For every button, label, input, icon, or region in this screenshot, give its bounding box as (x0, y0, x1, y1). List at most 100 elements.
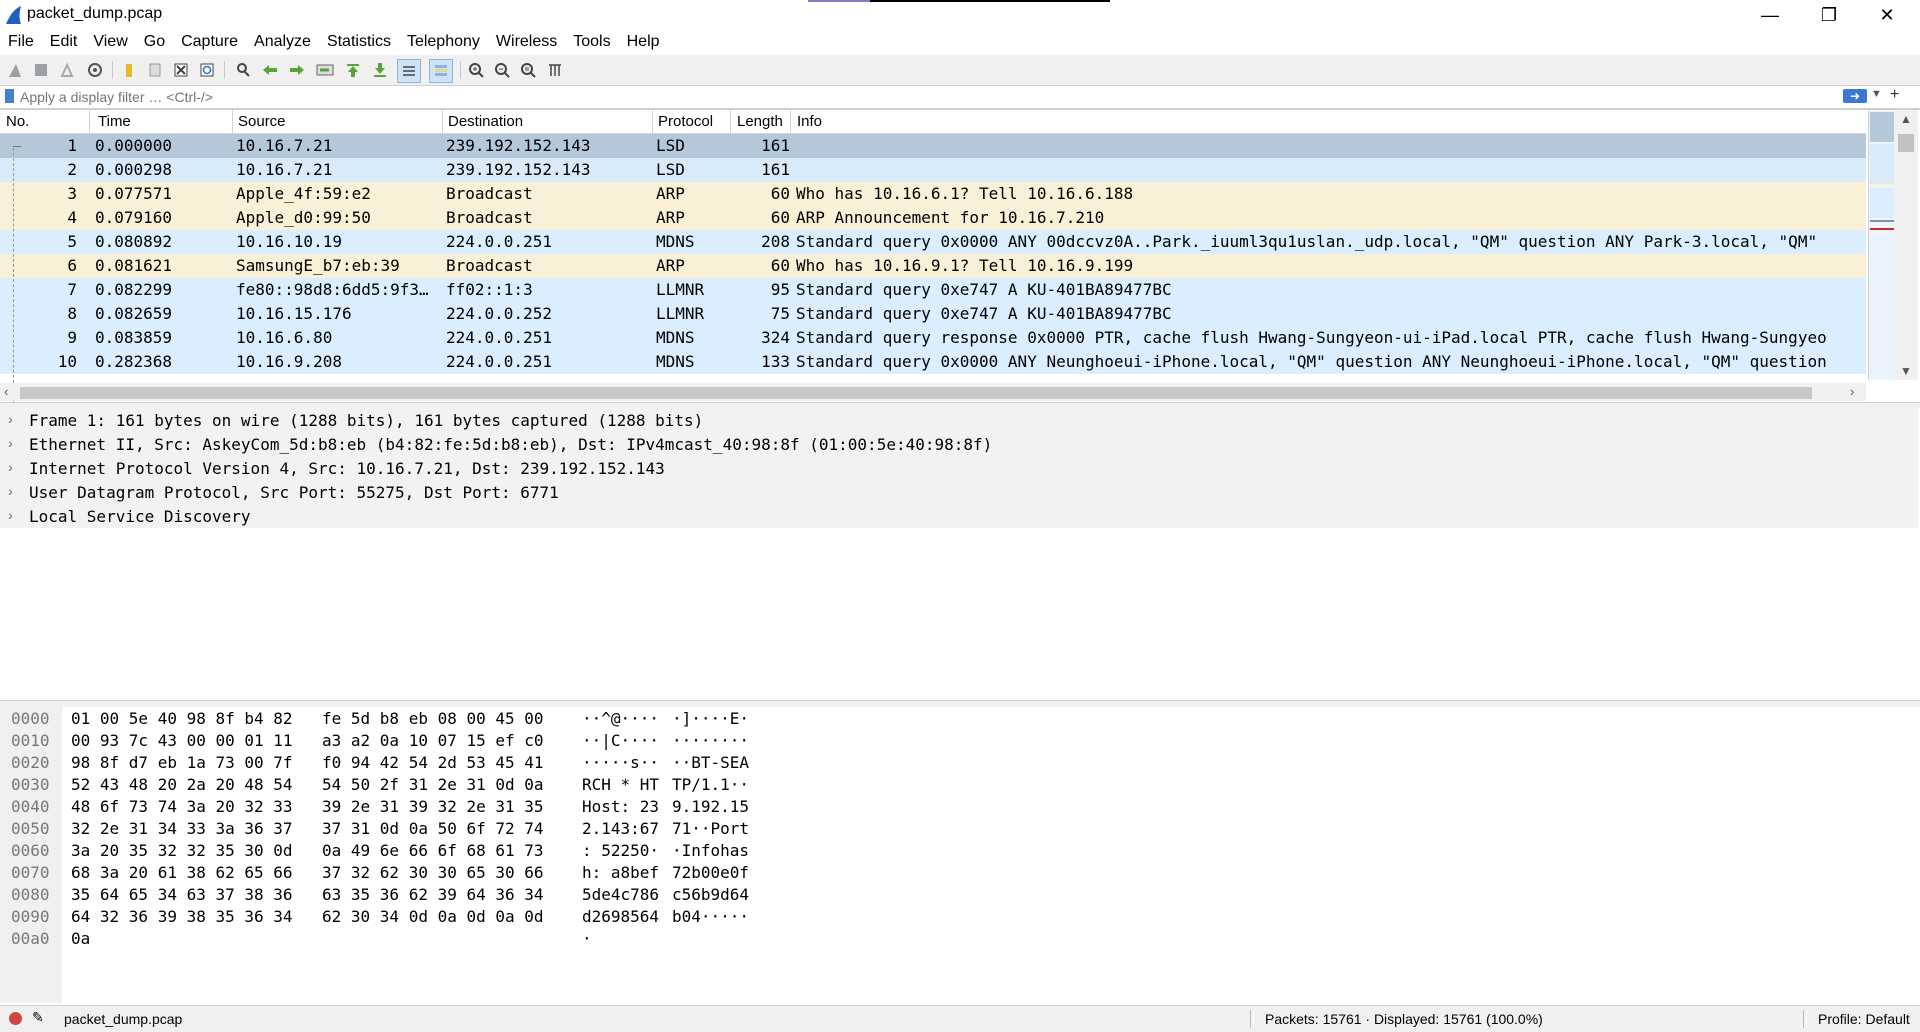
scroll-left-icon[interactable]: ‹ (4, 384, 8, 399)
minimize-button[interactable]: — (1741, 0, 1799, 30)
packet-row[interactable]: 8 0.082659 10.16.15.176 224.0.0.252 LLMNR 75 S… (0, 302, 1866, 326)
autoscroll-icon[interactable] (397, 59, 421, 83)
first-packet-icon[interactable] (342, 59, 364, 81)
start-capture-icon[interactable] (4, 59, 26, 81)
detail-row-lsd[interactable]: › Local Service Discovery (0, 504, 1918, 528)
packet-row[interactable]: 7 0.082299 fe80::98d8:6dd5:9f3… ff02::1:3 LL… (0, 278, 1866, 302)
reload-file-icon[interactable] (196, 59, 218, 81)
byte-row[interactable]: 0060 3a 20 35 32 32 35 30 0d 0a 49 6e 66 6… (0, 839, 1918, 861)
restart-capture-icon[interactable] (56, 59, 78, 81)
last-packet-icon[interactable] (369, 59, 391, 81)
packet-length: 324 (761, 328, 790, 347)
find-packet-icon[interactable] (232, 59, 254, 81)
open-file-icon[interactable] (118, 59, 140, 81)
display-filter-input[interactable] (20, 87, 1830, 106)
ascii-bytes: · (582, 929, 592, 948)
menu-file[interactable]: File (0, 30, 42, 54)
byte-row[interactable]: 0000 01 00 5e 40 98 8f b4 82 fe 5d b8 eb 0… (0, 707, 1918, 729)
packet-destination: 224.0.0.251 (446, 328, 552, 347)
menu-edit[interactable]: Edit (42, 30, 86, 54)
byte-offset: 0010 (11, 731, 50, 750)
byte-row[interactable]: 0090 64 32 36 39 38 35 36 34 62 30 34 0d 0… (0, 905, 1918, 927)
column-header-destination[interactable]: Destination (448, 113, 523, 133)
stop-capture-icon[interactable] (30, 59, 52, 81)
packet-minimap[interactable] (1868, 110, 1895, 380)
byte-row[interactable]: 0050 32 2e 31 34 33 3a 36 37 37 31 0d 0a 5… (0, 817, 1918, 839)
byte-row[interactable]: 00a0 0a · (0, 927, 1918, 949)
detail-row-frame[interactable]: › Frame 1: 161 bytes on wire (1288 bits)… (0, 408, 1918, 432)
save-file-icon[interactable] (144, 59, 166, 81)
detail-row-udp[interactable]: › User Datagram Protocol, Src Port: 5527… (0, 480, 1918, 504)
go-back-icon[interactable] (259, 59, 281, 81)
packet-row[interactable]: 6 0.081621 SamsungE_b7:eb:39 Broadcast ARP 60… (0, 254, 1866, 278)
scroll-up-icon[interactable]: ▲ (1900, 112, 1912, 126)
expand-chevron-icon[interactable]: › (8, 507, 13, 523)
byte-row[interactable]: 0030 52 43 48 20 2a 20 48 54 54 50 2f 31 2… (0, 773, 1918, 795)
normal-size-icon[interactable] (517, 59, 539, 81)
detail-row-ethernet[interactable]: › Ethernet II, Src: AskeyCom_5d:b8:eb (b… (0, 432, 1918, 456)
packet-list-vertical-scrollbar[interactable]: ▲ ▼ (1894, 110, 1918, 380)
scroll-down-icon[interactable]: ▼ (1900, 364, 1912, 378)
packet-row[interactable]: 2 0.000298 10.16.7.21 239.192.152.143 LSD 161 (0, 158, 1866, 182)
go-forward-icon[interactable] (286, 59, 308, 81)
expand-chevron-icon[interactable]: › (8, 411, 13, 427)
apply-filter-arrow-icon[interactable]: ➜ (1843, 89, 1867, 103)
filter-bookmark-icon[interactable] (5, 89, 14, 103)
vertical-scroll-thumb[interactable] (1898, 134, 1914, 152)
detail-row-ipv4[interactable]: › Internet Protocol Version 4, Src: 10.1… (0, 456, 1918, 480)
capture-comment-icon[interactable]: ✎ (32, 1009, 44, 1026)
ascii-bytes: Host: 23 (582, 797, 660, 816)
menu-telephony[interactable]: Telephony (399, 30, 488, 54)
colorize-icon[interactable] (429, 59, 453, 83)
expand-chevron-icon[interactable]: › (8, 435, 13, 451)
zoom-out-icon[interactable] (491, 59, 513, 81)
byte-row[interactable]: 0070 68 3a 20 61 38 62 65 66 37 32 62 30 3… (0, 861, 1918, 883)
packet-list-pane: No. Time Source Destination Protocol Len… (0, 109, 1920, 403)
packet-list-horizontal-scrollbar[interactable]: ‹ › (0, 383, 1866, 401)
byte-row[interactable]: 0020 98 8f d7 eb 1a 73 00 7f f0 94 42 54 2… (0, 751, 1918, 773)
zoom-in-icon[interactable] (465, 59, 487, 81)
expert-info-icon[interactable] (9, 1012, 22, 1025)
resize-columns-icon[interactable] (544, 59, 566, 81)
expand-chevron-icon[interactable]: › (8, 459, 13, 475)
hex-bytes: 63 35 36 62 39 64 36 34 (322, 885, 544, 904)
packet-row[interactable]: 4 0.079160 Apple_d0:99:50 Broadcast ARP 60 ARP… (0, 206, 1866, 230)
hex-bytes: 35 64 65 34 63 37 38 36 (71, 885, 293, 904)
scroll-right-icon[interactable]: › (1850, 384, 1854, 399)
menu-statistics[interactable]: Statistics (319, 30, 399, 54)
packet-row[interactable]: 3 0.077571 Apple_4f:59:e2 Broadcast ARP 60 Who… (0, 182, 1866, 206)
menu-capture[interactable]: Capture (173, 30, 246, 54)
expand-chevron-icon[interactable]: › (8, 483, 13, 499)
horizontal-scroll-thumb[interactable] (20, 387, 1812, 399)
packet-row[interactable]: 1 0.000000 10.16.7.21 239.192.152.143 LSD 161 (0, 134, 1866, 158)
capture-options-icon[interactable] (84, 59, 106, 81)
column-header-info[interactable]: Info (797, 113, 822, 133)
menu-view[interactable]: View (85, 30, 135, 54)
menu-wireless[interactable]: Wireless (488, 30, 565, 54)
status-profile[interactable]: Profile: Default (1818, 1011, 1910, 1027)
byte-row[interactable]: 0080 35 64 65 34 63 37 38 36 63 35 36 62 3… (0, 883, 1918, 905)
column-header-no[interactable]: No. (6, 113, 29, 133)
column-header-source[interactable]: Source (238, 113, 286, 133)
packet-source: SamsungE_b7:eb:39 (236, 256, 400, 275)
packet-row[interactable]: 5 0.080892 10.16.10.19 224.0.0.251 MDNS 208 St… (0, 230, 1866, 254)
menu-help[interactable]: Help (619, 30, 668, 54)
packet-protocol: ARP (656, 184, 685, 203)
filter-history-chevron-icon[interactable]: ▼ (1871, 88, 1882, 100)
menu-analyze[interactable]: Analyze (246, 30, 319, 54)
menu-go[interactable]: Go (136, 30, 173, 54)
close-file-icon[interactable] (170, 59, 192, 81)
column-header-protocol[interactable]: Protocol (658, 113, 713, 133)
add-filter-button-icon[interactable]: + (1890, 86, 1899, 104)
byte-offset: 0090 (11, 907, 50, 926)
maximize-button[interactable]: ❐ (1800, 0, 1858, 30)
byte-row[interactable]: 0040 48 6f 73 74 3a 20 32 33 39 2e 31 39 3… (0, 795, 1918, 817)
column-header-time[interactable]: Time (98, 113, 131, 133)
menu-tools[interactable]: Tools (565, 30, 618, 54)
packet-row[interactable]: 9 0.083859 10.16.6.80 224.0.0.251 MDNS 324 Sta… (0, 326, 1866, 350)
close-window-button[interactable]: ✕ (1858, 0, 1916, 30)
column-header-length[interactable]: Length (737, 113, 783, 133)
go-to-packet-icon[interactable] (314, 59, 336, 81)
byte-row[interactable]: 0010 00 93 7c 43 00 00 01 11 a3 a2 0a 10 0… (0, 729, 1918, 751)
packet-row[interactable]: 10 0.282368 10.16.9.208 224.0.0.251 MDNS 133 S… (0, 350, 1866, 374)
